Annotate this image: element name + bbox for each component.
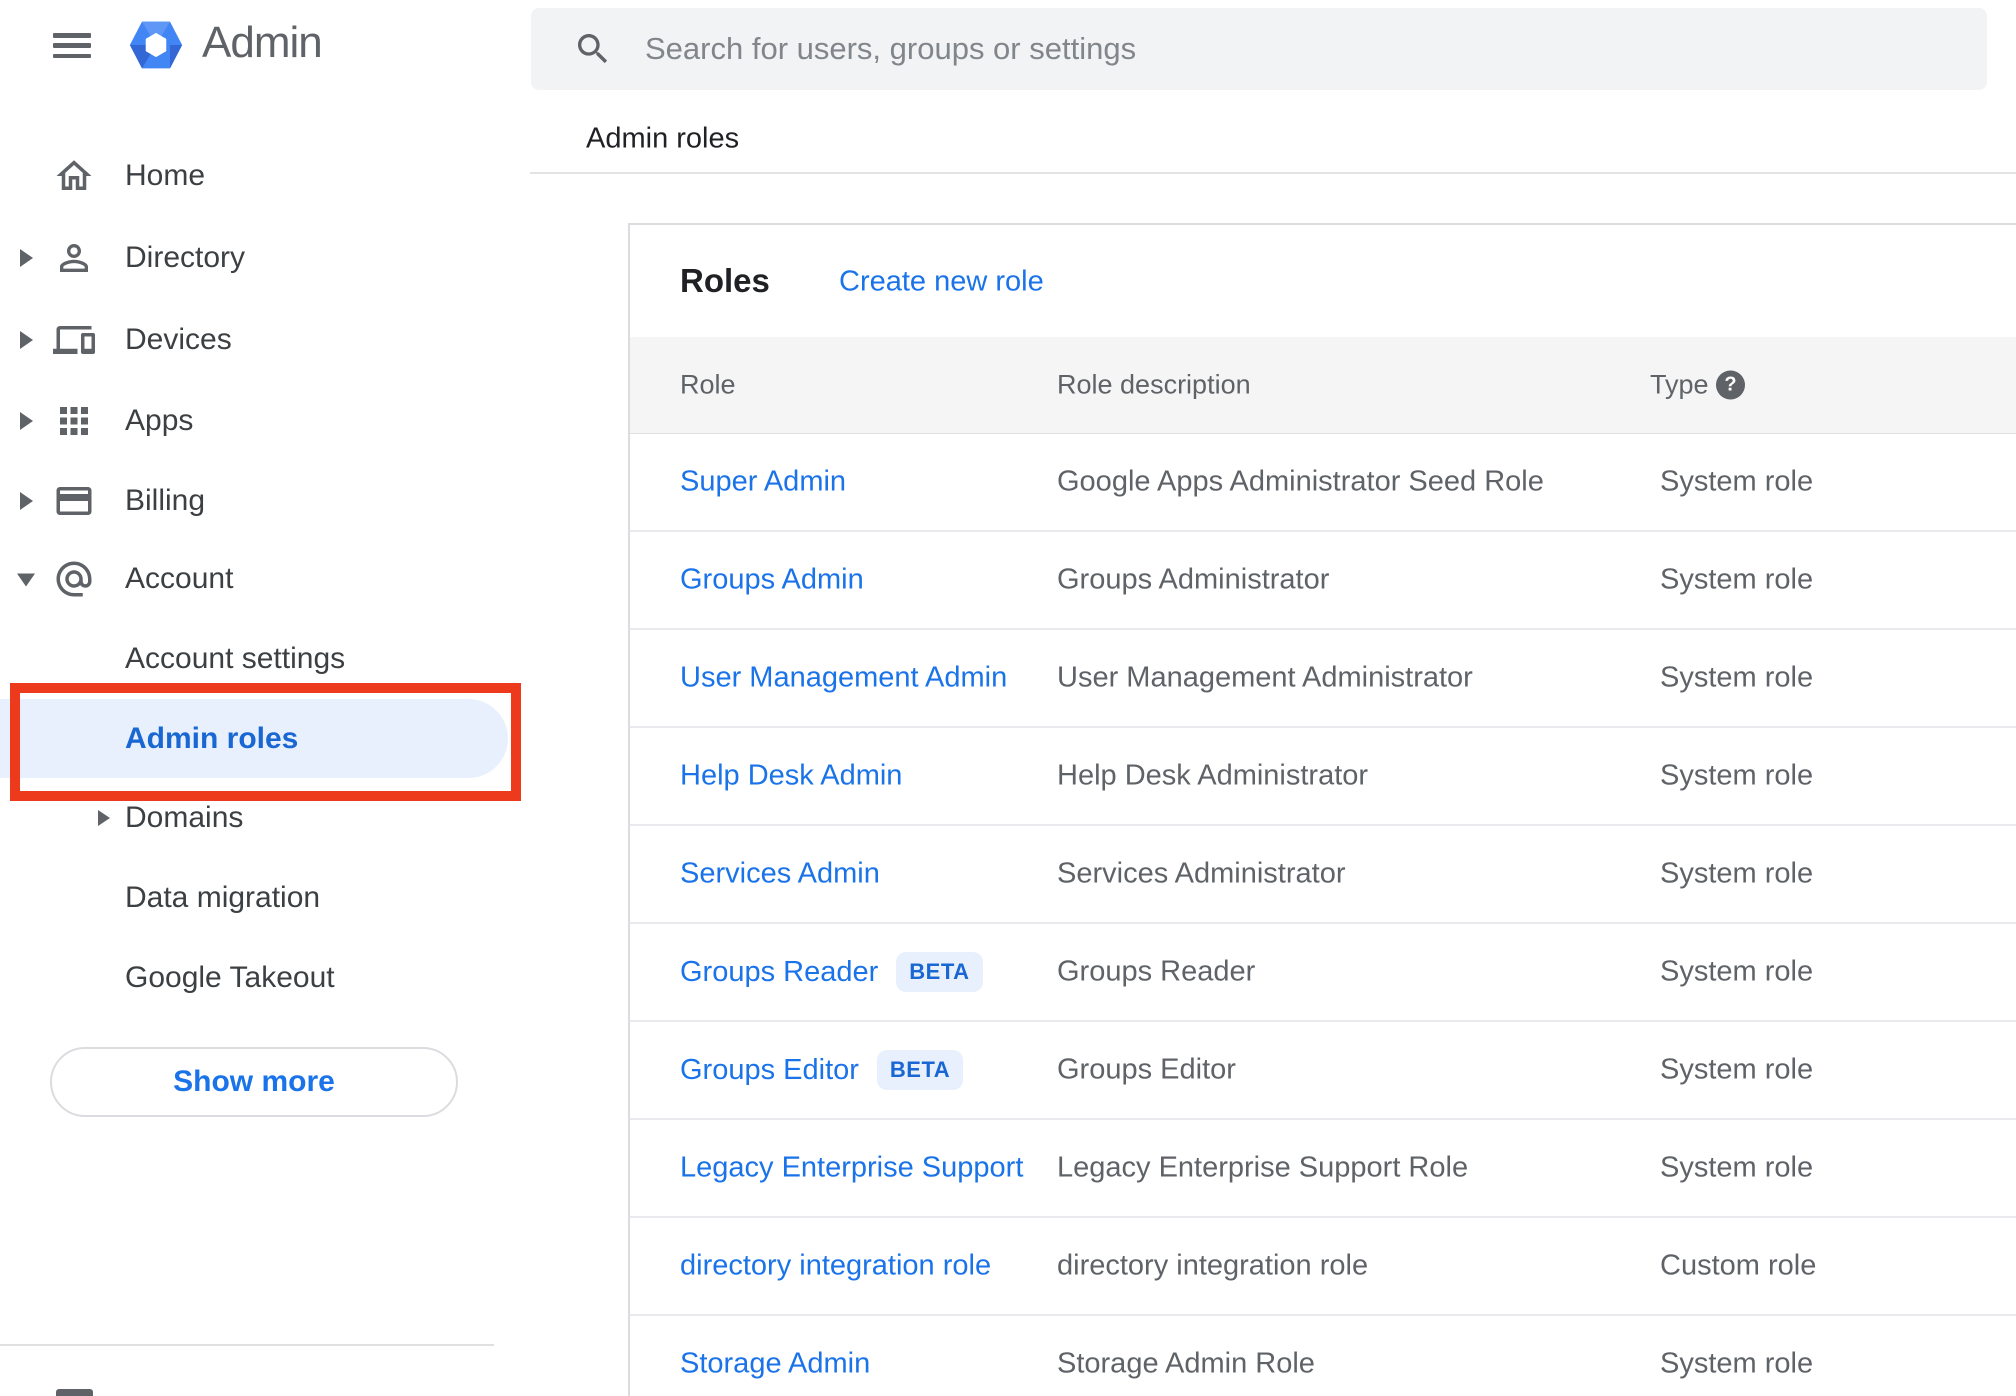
role-description: Google Apps Administrator Seed Role [1057,465,1544,498]
role-link[interactable]: Groups Editor [680,1054,859,1087]
table-row: directory integration role directory int… [630,1218,2016,1316]
sidebar-item-devices[interactable]: Devices [0,312,531,368]
table-header-row: Role Role description Type ? [630,337,2016,434]
search-icon [578,34,608,64]
role-type: System role [1660,465,1814,498]
role-description: Groups Administrator [1057,563,1330,596]
help-icon[interactable]: ? [1716,370,1745,400]
sidebar-divider [0,1344,494,1346]
sidebar-item-label: Account settings [125,642,346,675]
apps-grid-icon [60,407,88,435]
role-link[interactable]: Storage Admin [680,1348,870,1381]
role-type: Custom role [1660,1249,1817,1282]
table-row: Super Admin Google Apps Administrator Se… [630,434,2016,532]
role-link[interactable]: Help Desk Admin [680,760,902,793]
chevron-down-icon[interactable] [17,573,35,587]
role-type: System role [1660,1151,1814,1184]
sidebar-item-label: Google Takeout [125,961,335,994]
roles-section-title: Roles [680,262,770,299]
sidebar-item-directory[interactable]: Directory [0,230,531,286]
column-header-description: Role description [1057,369,1251,400]
menu-icon[interactable] [53,33,91,58]
role-description: directory integration role [1057,1249,1369,1282]
breadcrumb: Admin roles [586,122,740,155]
sidebar-item-label: Billing [125,484,206,517]
sidebar-item-apps[interactable]: Apps [0,393,531,449]
role-description: Storage Admin Role [1057,1347,1315,1380]
sidebar-item-label: Domains [125,801,244,834]
column-header-role: Role [680,369,736,400]
sidebar-item-label: Home [125,159,206,192]
sidebar-item-label: Account [125,562,234,595]
role-link[interactable]: User Management Admin [680,662,1007,695]
at-sign-icon [56,561,92,597]
annotation-box [10,683,521,801]
create-new-role-link[interactable]: Create new role [839,266,1044,299]
search-input[interactable]: Search for users, groups or settings [531,8,1987,90]
show-more-button[interactable]: Show more [50,1047,458,1117]
role-description: Groups Reader [1057,955,1256,988]
home-icon [56,160,92,190]
table-row: Groups Reader BETA Groups Reader System … [630,924,2016,1022]
role-description: Legacy Enterprise Support Role [1057,1151,1469,1184]
role-link[interactable]: Groups Admin [680,564,864,597]
table-row: Services Admin Services Administrator Sy… [630,826,2016,924]
beta-badge: BETA [876,1050,964,1090]
sidebar-item-label: Directory [125,241,246,274]
sidebar-item-account[interactable]: Account [0,551,531,607]
sidebar-item-data-migration[interactable]: Data migration [0,870,531,926]
admin-console-screen: Admin Search for users, groups or settin… [0,0,2016,1396]
role-type: System role [1660,955,1814,988]
person-icon [60,244,88,272]
role-type: System role [1660,661,1814,694]
role-type: System role [1660,857,1814,890]
role-link[interactable]: Groups Reader [680,956,878,989]
beta-badge: BETA [896,952,983,992]
role-description: Services Administrator [1057,857,1346,890]
chevron-right-icon[interactable] [20,249,33,267]
sidebar-item-billing[interactable]: Billing [0,473,531,529]
chevron-right-icon[interactable] [20,412,33,430]
table-row: Legacy Enterprise Support Legacy Enterpr… [630,1120,2016,1218]
sidebar-item-home[interactable]: Home [0,148,531,204]
table-row: Groups Admin Groups Administrator System… [630,532,2016,630]
sidebar-item-google-takeout[interactable]: Google Takeout [0,950,531,1006]
partial-sidebar-icon [56,1389,93,1396]
sidebar-item-label: Devices [125,323,232,356]
app-title: Admin [202,18,323,67]
chevron-right-icon[interactable] [20,331,33,349]
chevron-right-icon[interactable] [20,492,33,510]
table-row: Help Desk Admin Help Desk Administrator … [630,728,2016,826]
role-type: System role [1660,759,1814,792]
role-description: Groups Editor [1057,1053,1236,1086]
sidebar-item-account-settings[interactable]: Account settings [0,631,531,687]
role-link[interactable]: directory integration role [680,1250,991,1283]
role-description: Help Desk Administrator [1057,759,1369,792]
table-row: Storage Admin Storage Admin Role System … [630,1316,2016,1396]
role-type: System role [1660,1053,1814,1086]
role-description: User Management Administrator [1057,661,1473,694]
table-row: Groups Editor BETA Groups Editor System … [630,1022,2016,1120]
search-placeholder: Search for users, groups or settings [645,31,1137,66]
credit-card-icon [56,487,92,515]
sidebar-item-domains[interactable]: Domains [0,790,531,846]
sidebar-item-label: Data migration [125,881,321,914]
role-link[interactable]: Services Admin [680,858,880,891]
role-type: System role [1660,1347,1814,1380]
sidebar-item-label: Apps [125,404,194,437]
table-row: User Management Admin User Management Ad… [630,630,2016,728]
admin-logo-icon [129,21,183,69]
role-link[interactable]: Super Admin [680,466,846,499]
chevron-right-icon[interactable] [98,810,110,826]
role-link[interactable]: Legacy Enterprise Support [680,1152,1023,1185]
column-header-type: Type [1650,369,1709,400]
devices-icon [53,326,95,354]
show-more-label: Show more [173,1065,335,1098]
role-type: System role [1660,563,1814,596]
header-divider [530,172,2016,174]
roles-card: Roles Create new role Role Role descript… [628,223,2016,1396]
